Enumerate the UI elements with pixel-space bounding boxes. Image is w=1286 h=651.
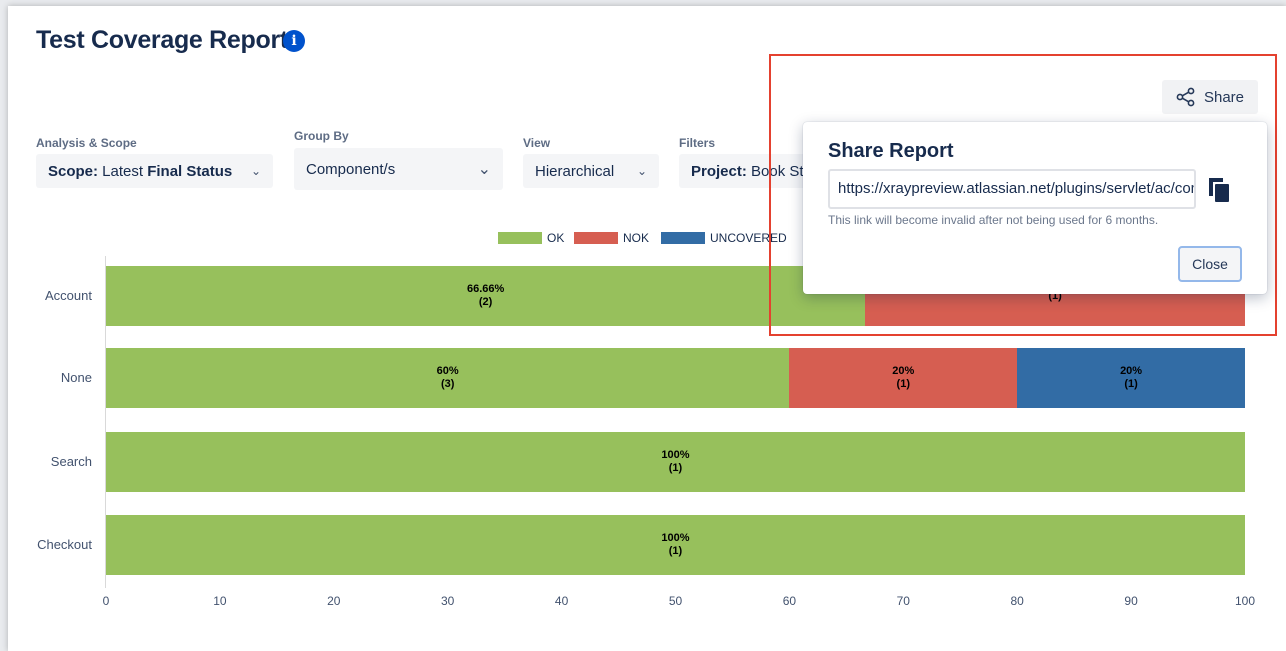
- category-label: Search: [50, 454, 92, 469]
- legend-swatch-ok: [498, 232, 542, 244]
- legend-ok: OK: [498, 231, 564, 245]
- x-tick-label: 90: [1124, 594, 1138, 608]
- bar-ok-none[interactable]: 60% (3): [106, 348, 790, 408]
- group-by-label: Group By: [294, 129, 349, 143]
- bar-ok-search[interactable]: 100% (1): [106, 432, 1245, 492]
- bar-data-label: 100% (1): [661, 449, 690, 474]
- bar-data-label: 66.66% (2): [466, 283, 505, 308]
- filters-label: Filters: [679, 136, 716, 150]
- share-url-field[interactable]: https://xraypreview.atlassian.net/plugin…: [828, 169, 1196, 209]
- view-label: View: [523, 136, 551, 150]
- chevron-down-icon: ⌄: [250, 164, 261, 178]
- bar-data-label: 60% (3): [436, 365, 459, 390]
- legend-label-ok: OK: [547, 231, 565, 245]
- info-icon[interactable]: i: [283, 30, 305, 52]
- category-label: Account: [45, 288, 92, 303]
- x-tick-label: 60: [782, 594, 797, 608]
- bar-ok-account[interactable]: 66.66% (2): [106, 266, 866, 326]
- x-tick-label: 20: [327, 594, 341, 608]
- legend-swatch-nok: [574, 232, 618, 244]
- bar-uncovered-none[interactable]: 20% (1): [1017, 348, 1245, 408]
- x-tick-label: 40: [554, 594, 569, 608]
- close-button[interactable]: Close: [1178, 246, 1242, 282]
- legend-label-nok: NOK: [623, 231, 650, 245]
- x-tick-label: 70: [896, 594, 910, 608]
- x-tick-label: 0: [102, 594, 110, 608]
- chevron-down-icon: ⌄: [477, 161, 491, 178]
- bar-ok-checkout[interactable]: 100% (1): [106, 515, 1245, 575]
- project-prefix: Project:: [691, 162, 747, 180]
- legend-swatch-uncovered: [661, 232, 705, 244]
- bar-data-label: 100% (1): [661, 532, 690, 557]
- share-help-text: This link will become invalid after not …: [828, 213, 1159, 227]
- chevron-down-icon: ⌄: [636, 164, 647, 178]
- group-by-value: Component/s: [306, 160, 396, 178]
- bar-data-label: 20% (1): [1120, 365, 1143, 390]
- legend-uncovered: UNCOVERED: [661, 231, 787, 245]
- x-tick-label: 10: [213, 594, 227, 608]
- scope-middle: Latest: [98, 162, 148, 180]
- x-tick-label: 50: [668, 594, 683, 608]
- legend-nok: NOK: [574, 231, 649, 245]
- view-value: Hierarchical: [535, 162, 615, 180]
- scope-prefix: Scope:: [48, 162, 99, 180]
- analysis-scope-label: Analysis & Scope: [36, 136, 137, 150]
- copy-icon[interactable]: [1208, 177, 1230, 203]
- bar-nok-none[interactable]: 20% (1): [789, 348, 1018, 408]
- scope-value: Final Status: [147, 162, 233, 180]
- view-select[interactable]: Hierarchical ⌄: [523, 154, 659, 188]
- report-window: Test Coverage Report i Share Analysis & …: [8, 6, 1286, 651]
- x-tick-label: 100: [1234, 594, 1256, 608]
- analysis-scope-select[interactable]: Scope: Latest Final Status ⌄: [36, 154, 273, 188]
- popup-title: Share Report: [828, 140, 954, 162]
- page-title: Test Coverage Report: [36, 26, 288, 54]
- group-by-select[interactable]: Component/s ⌄: [294, 148, 503, 190]
- x-tick-label: 30: [441, 594, 455, 608]
- category-label: None: [60, 370, 92, 385]
- bar-data-label: 20% (1): [892, 365, 915, 390]
- x-tick-label: 80: [1010, 594, 1024, 608]
- category-label: Checkout: [37, 537, 92, 552]
- share-report-popup: Share Report https://xraypreview.atlassi…: [803, 122, 1267, 294]
